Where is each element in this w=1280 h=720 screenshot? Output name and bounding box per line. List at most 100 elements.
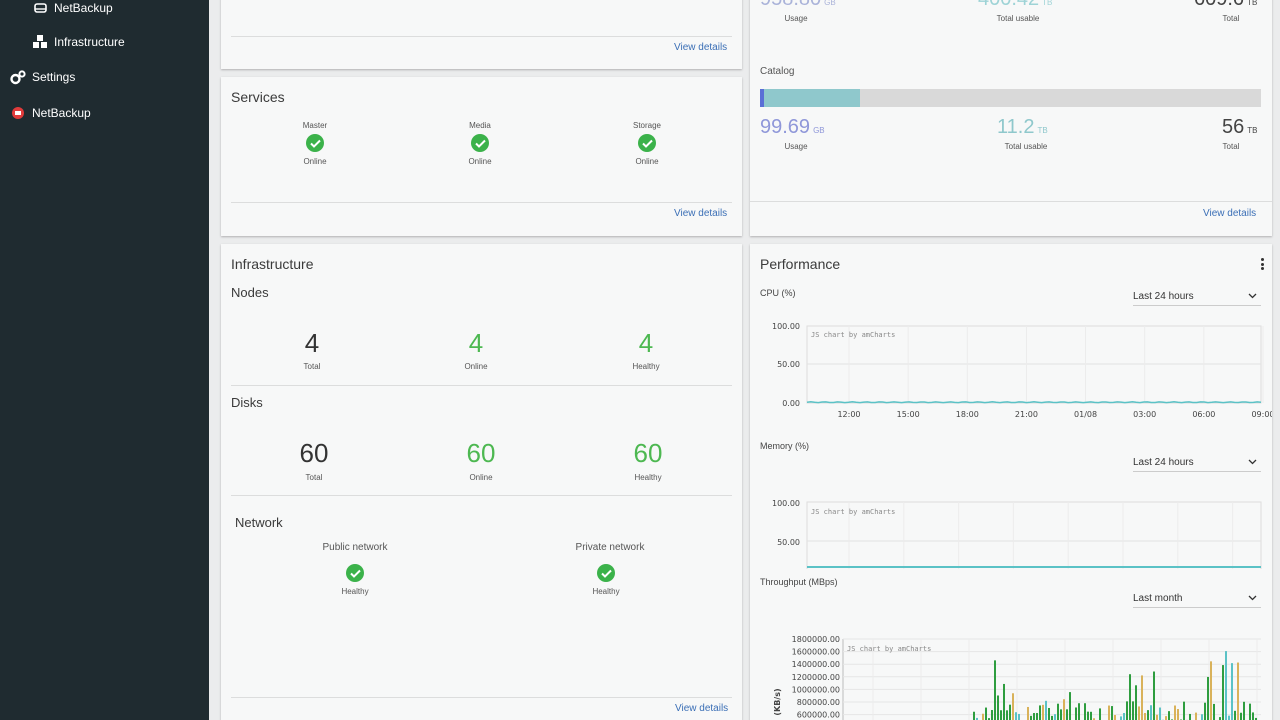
divider [750,201,1272,202]
throughput-bar [1033,713,1035,720]
netbackup-logo-icon [10,105,26,121]
throughput-chart-label: Throughput (MBps) [760,577,838,587]
throughput-y-tick: 1600000.00 [792,648,840,657]
catalog-usage-bar [760,89,1261,107]
service-label-media: Media [469,121,491,130]
cpu-x-tick: 15:00 [897,410,920,419]
throughput-bar [1252,712,1254,720]
throughput-bar [1063,699,1065,720]
throughput-bar [1156,714,1158,720]
catalog-usable-fill [760,89,861,107]
throughput-bar [1066,709,1068,720]
throughput-bar [1183,701,1185,720]
memory-y-tick: 50.00 [777,538,800,547]
throughput-bar [1090,711,1092,720]
throughput-bar [1189,713,1191,720]
throughput-range-value: Last month [1133,593,1183,604]
throughput-bar [1174,705,1176,720]
sidebar-item-netbackup[interactable]: NetBackup [10,105,91,121]
throughput-bar [1054,714,1056,720]
service-label-storage: Storage [632,121,662,130]
throughput-bar [1123,713,1125,720]
memory-range-select[interactable]: Last 24 hours [1133,454,1261,472]
throughput-bar [1144,712,1146,720]
gears-icon [10,69,26,85]
view-details-link[interactable]: View details [675,703,728,714]
cpu-x-tick: 01/08 [1074,410,1097,419]
storage-card: 958.80GB Usage 400.42TB Total usable 609… [750,0,1272,236]
cpu-chart-label: CPU (%) [760,288,796,298]
throughput-bar [1141,675,1143,720]
cpu-range-select[interactable]: Last 24 hours [1133,288,1261,306]
throughput-bar [1234,710,1236,720]
throughput-bar [1087,711,1089,720]
throughput-bar [1177,709,1179,720]
throughput-bar [1207,676,1209,720]
memory-range-value: Last 24 hours [1133,457,1194,468]
throughput-bar [1030,715,1032,720]
throughput-bar [1201,714,1203,720]
sidebar-item-label: NetBackup [32,106,91,120]
throughput-bar [1153,671,1155,720]
throughput-bar [1009,704,1011,720]
view-details-link[interactable]: View details [674,42,727,53]
sidebar-item-settings[interactable]: Settings [10,69,75,85]
view-details-link[interactable]: View details [1203,208,1256,219]
service-label-master: Master [302,121,328,130]
throughput-bar [1120,716,1122,720]
throughput-bar [1018,713,1020,720]
throughput-bar [991,709,993,720]
throughput-bar [1015,712,1017,720]
divider [231,495,732,496]
more-vertical-icon[interactable] [1258,256,1266,272]
throughput-bar [1138,706,1140,720]
throughput-bar [1240,712,1242,720]
catalog-total-value: 56 TB [1222,116,1258,138]
nodes-online-value: 4 [468,328,484,358]
private-network-label: Private network [575,542,645,553]
throughput-bar [1165,716,1167,720]
chart-watermark: JS chart by amCharts [811,331,895,339]
view-details-link[interactable]: View details [674,208,727,219]
nodes-healthy-value: 4 [638,328,654,358]
throughput-y-tick: 800000.00 [797,698,840,707]
chevron-down-icon [1248,291,1257,302]
storage-usage-label: Usage [784,14,808,23]
sidebar-item-infrastructure[interactable]: Infrastructure [32,34,125,50]
throughput-bar [982,713,984,720]
public-network-label: Public network [322,542,388,553]
throughput-bar [1012,693,1014,720]
drive-icon [32,0,48,16]
disks-online-label: Online [469,473,493,482]
throughput-bar [1060,709,1062,720]
throughput-range-select[interactable]: Last month [1133,590,1261,608]
throughput-bar [1132,701,1134,720]
performance-card: Performance CPU (%) Last 24 hours 100.00… [750,244,1272,720]
cpu-y-tick: 0.00 [782,399,800,408]
throughput-bar [1108,705,1110,720]
throughput-bar [1129,674,1131,720]
throughput-bar [1126,701,1128,720]
throughput-chart: 1800000.00 1600000.00 1400000.00 1200000.00… [773,635,1261,720]
infrastructure-card: Infrastructure Nodes 4 Total 4 Online 4 … [221,244,742,720]
throughput-bar [1000,710,1002,720]
cpu-x-tick: 18:00 [956,410,979,419]
services-title: Services [231,89,285,105]
cpu-y-tick: 100.00 [772,322,800,331]
throughput-bar [1051,715,1053,720]
sidebar-item-netbackup-storage[interactable]: NetBackup [32,0,113,16]
chevron-down-icon [1248,457,1257,468]
throughput-y-axis-label: (KB/s) [773,688,782,715]
storage-total-label: Total [1222,14,1240,23]
storage-usage-value: 958.80GB [760,0,836,10]
throughput-y-tick: 1000000.00 [792,685,840,694]
cpu-x-tick: 12:00 [837,410,860,419]
throughput-bar [1039,705,1041,720]
cpu-chart: 100.00 50.00 0.00 JS chart by amCharts 1… [772,322,1272,419]
cpu-x-tick: 03:00 [1133,410,1156,419]
divider [231,36,732,37]
throughput-bar [1027,706,1029,720]
throughput-bar [1114,715,1116,720]
check-circle-icon [471,134,489,152]
cpu-x-tick: 21:00 [1015,410,1038,419]
